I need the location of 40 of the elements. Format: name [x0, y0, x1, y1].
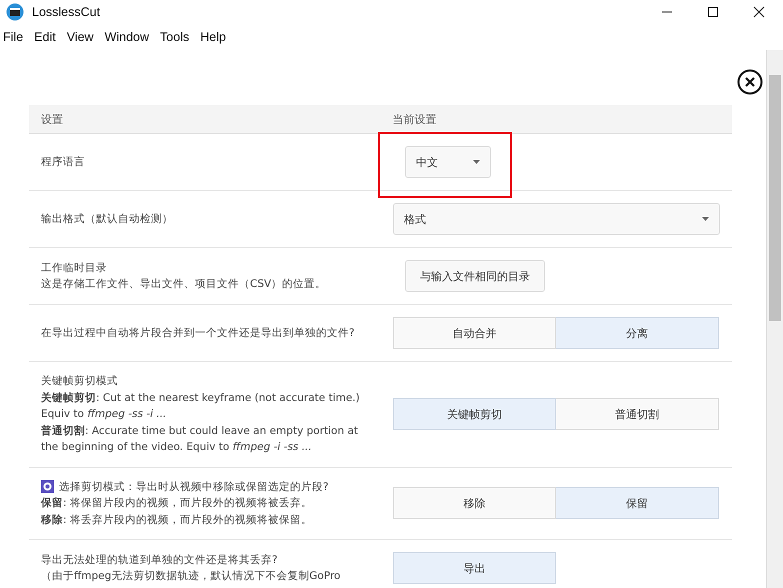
- setting-text: 在导出过程中自动将片段合并到一个文件还是导出到单独的文件?: [41, 326, 356, 341]
- maximize-icon[interactable]: [707, 6, 719, 18]
- close-icon[interactable]: [753, 6, 765, 18]
- dropdown-arrow-icon: [702, 217, 709, 221]
- window-title: LosslessCut: [32, 5, 100, 19]
- option-button[interactable]: 普通切割: [556, 398, 719, 430]
- setting-text: 普通切割: Accurate time but could leave an empty portion at the beginning of the video. Equiv to ffmpeg -i -ss ...: [41, 424, 360, 455]
- directory-button[interactable]: 与输入文件相同的目录: [405, 260, 545, 292]
- menu-item[interactable]: Edit: [34, 30, 56, 44]
- menu-item[interactable]: View: [66, 30, 94, 44]
- dropdown[interactable]: 中文: [405, 146, 491, 178]
- scrollbar-thumb[interactable]: [769, 75, 781, 321]
- setting-text: 保留: 将保留片段内的视频，而片段外的视频将被丢弃。: [41, 496, 313, 511]
- option-button[interactable]: 关键帧剪切: [393, 398, 556, 430]
- menu-item[interactable]: Window: [104, 30, 150, 44]
- setting-text: 选择剪切模式：导出时从视频中移除或保留选定的片段?: [59, 480, 329, 494]
- setting-text: （由于ffmpeg无法剪切数据轨迹，默认情况下不会复制GoPro: [41, 569, 342, 584]
- dropdown[interactable]: 格式: [393, 203, 720, 235]
- option-button[interactable]: 导出: [393, 552, 556, 584]
- dropdown-arrow-icon: [473, 160, 480, 164]
- column-header: 设置: [40, 112, 64, 126]
- setting-text: 移除: 将丢弃片段内的视频，而片段外的视频将被保留。: [41, 512, 313, 528]
- option-button[interactable]: 自动合并: [393, 317, 556, 349]
- setting-text: 关键帧剪切: Cut at the nearest keyframe (not accurate time.) Equiv to ffmpeg -ss -i ...: [41, 390, 361, 422]
- app-icon: [6, 3, 24, 21]
- option-button[interactable]: 保留: [556, 487, 719, 520]
- menu-item[interactable]: Tools: [160, 30, 190, 44]
- scrollbar[interactable]: [766, 50, 783, 588]
- setting-text: 输出格式（默认自动检测）: [41, 212, 174, 227]
- close-icon[interactable]: [737, 69, 763, 95]
- setting-text: 程序语言: [41, 154, 86, 170]
- setting-text: 工作临时目录: [41, 260, 108, 276]
- option-button[interactable]: 移除: [393, 487, 556, 520]
- setting-text: 关键帧剪切模式: [41, 374, 119, 389]
- column-header: 当前设置: [392, 112, 438, 126]
- setting-text: 这是存储工作文件、导出文件、项目文件（CSV）的位置。: [41, 277, 328, 292]
- setting-text: 导出无法处理的轨道到单独的文件还是将其丢弃?: [41, 552, 279, 568]
- menu-item[interactable]: Help: [200, 30, 226, 44]
- menu-item[interactable]: File: [3, 30, 24, 44]
- option-button[interactable]: 分离: [556, 317, 719, 349]
